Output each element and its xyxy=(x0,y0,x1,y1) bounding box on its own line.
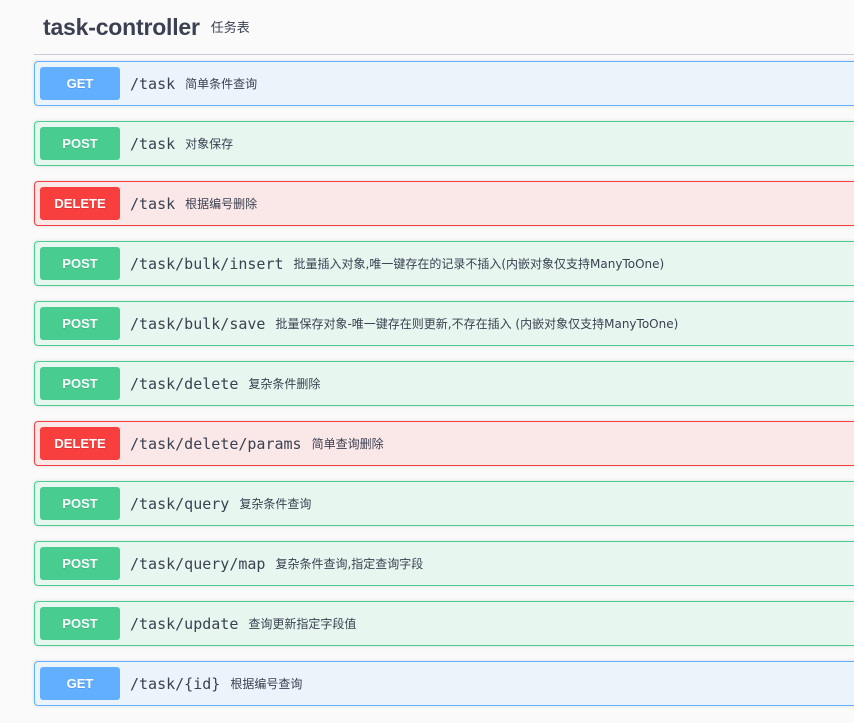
operation-summary: 对象保存 xyxy=(185,137,234,151)
operation-post-task-query[interactable]: POST /task/query 复杂条件查询 xyxy=(34,481,854,526)
operation-path: /task/bulk/insert xyxy=(130,254,284,273)
method-badge: DELETE xyxy=(40,427,120,460)
operation-summary: 复杂条件删除 xyxy=(248,377,321,391)
operation-post-task[interactable]: POST /task 对象保存 xyxy=(34,121,854,166)
method-badge: POST xyxy=(40,127,120,160)
tag-title[interactable]: task-controller xyxy=(43,14,200,41)
operation-post-task-query-map[interactable]: POST /task/query/map 复杂条件查询,指定查询字段 xyxy=(34,541,854,586)
operation-path: /task/{id} xyxy=(130,674,221,693)
method-badge: POST xyxy=(40,367,120,400)
operation-summary: 批量保存对象-唯一键存在则更新,不存在插入 (内嵌对象仅支持ManyToOne) xyxy=(275,317,679,331)
operation-path: /task xyxy=(130,74,176,93)
method-badge: POST xyxy=(40,247,120,280)
operation-path: /task/delete/params xyxy=(130,434,302,453)
operation-post-task-bulk-save[interactable]: POST /task/bulk/save 批量保存对象-唯一键存在则更新,不存在… xyxy=(34,301,854,346)
swagger-page: task-controller 任务表 GET /task 简单条件查询 POS… xyxy=(0,0,854,723)
tag-description: 任务表 xyxy=(210,20,250,36)
method-badge: POST xyxy=(40,307,120,340)
tag-header[interactable]: task-controller 任务表 xyxy=(34,0,854,55)
operation-path: /task/update xyxy=(130,614,239,633)
method-badge: GET xyxy=(40,67,120,100)
operation-summary: 简单查询删除 xyxy=(311,437,384,451)
operation-path: /task/query/map xyxy=(130,554,266,573)
operation-summary: 根据编号删除 xyxy=(185,197,258,211)
method-badge: DELETE xyxy=(40,187,120,220)
method-badge: POST xyxy=(40,607,120,640)
operation-summary: 复杂条件查询 xyxy=(239,497,312,511)
operation-get-task-id[interactable]: GET /task/{id} 根据编号查询 xyxy=(34,661,854,706)
operation-post-task-bulk-insert[interactable]: POST /task/bulk/insert 批量插入对象,唯一键存在的记录不插… xyxy=(34,241,854,286)
operations-list: GET /task 简单条件查询 POST /task 对象保存 DELETE … xyxy=(34,61,854,721)
operation-path: /task xyxy=(130,134,176,153)
operation-path: /task xyxy=(130,194,176,213)
operation-path: /task/delete xyxy=(130,374,239,393)
method-badge: POST xyxy=(40,487,120,520)
operation-post-task-update[interactable]: POST /task/update 查询更新指定字段值 xyxy=(34,601,854,646)
operation-summary: 批量插入对象,唯一键存在的记录不插入(内嵌对象仅支持ManyToOne) xyxy=(293,257,665,271)
operation-summary: 根据编号查询 xyxy=(230,677,303,691)
method-badge: POST xyxy=(40,547,120,580)
operation-delete-task-delete-params[interactable]: DELETE /task/delete/params 简单查询删除 xyxy=(34,421,854,466)
operation-summary: 复杂条件查询,指定查询字段 xyxy=(275,557,424,571)
operation-get-task[interactable]: GET /task 简单条件查询 xyxy=(34,61,854,106)
operation-summary: 查询更新指定字段值 xyxy=(248,617,357,631)
operation-path: /task/query xyxy=(130,494,230,513)
operation-delete-task[interactable]: DELETE /task 根据编号删除 xyxy=(34,181,854,226)
operation-summary: 简单条件查询 xyxy=(185,77,258,91)
operation-path: /task/bulk/save xyxy=(130,314,266,333)
method-badge: GET xyxy=(40,667,120,700)
operation-post-task-delete[interactable]: POST /task/delete 复杂条件删除 xyxy=(34,361,854,406)
